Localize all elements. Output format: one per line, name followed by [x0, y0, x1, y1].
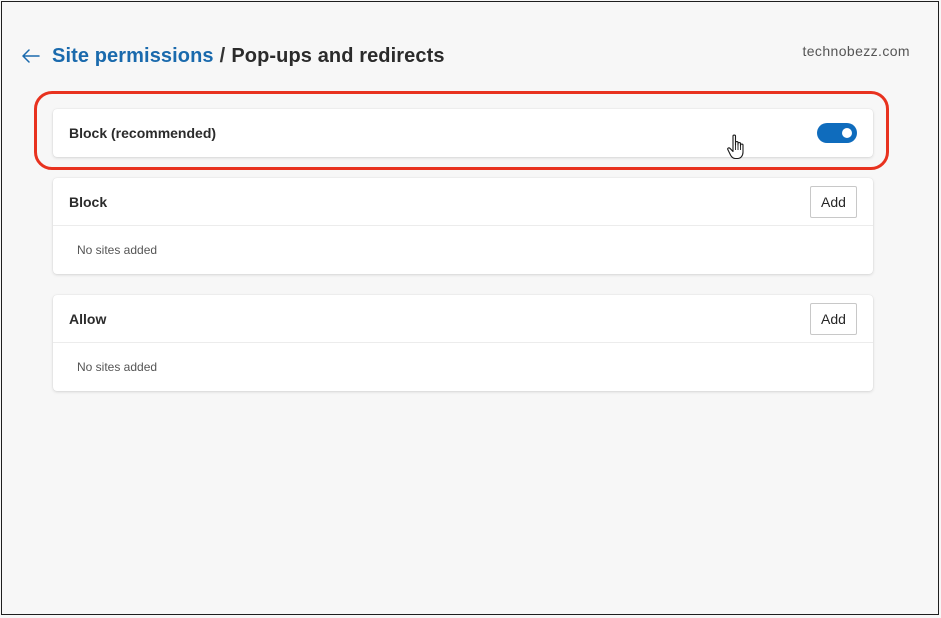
block-list-empty-text: No sites added [77, 243, 158, 257]
block-add-button[interactable]: Add [810, 185, 857, 218]
allow-list-title: Allow [69, 310, 107, 327]
watermark: technobezz.com [802, 43, 910, 59]
breadcrumb-separator: / [219, 44, 226, 67]
arrow-left-icon [22, 49, 40, 63]
hand-pointer-icon [727, 134, 744, 160]
block-recommended-label: Block (recommended) [69, 125, 217, 141]
back-button[interactable] [20, 45, 42, 67]
breadcrumb: Site permissions / Pop-ups and redirects [52, 45, 445, 68]
breadcrumb-site-permissions-link[interactable]: Site permissions [52, 45, 214, 67]
settings-page: Site permissions / Pop-ups and redirects t… [1, 1, 939, 615]
block-recommended-toggle[interactable] [817, 123, 857, 143]
block-list-header: Block Add [53, 178, 873, 225]
block-recommended-card: Block (recommended) [53, 109, 873, 157]
toggle-knob [842, 128, 852, 138]
block-list-card: Block Add No sites added [53, 178, 873, 274]
block-recommended-row: Block (recommended) [53, 109, 873, 157]
allow-add-button[interactable]: Add [810, 302, 857, 335]
page-title: Pop-ups and redirects [231, 44, 445, 67]
page-header: Site permissions / Pop-ups and redirects [20, 42, 445, 70]
allow-list-card: Allow Add No sites added [53, 295, 873, 391]
allow-list-empty-text: No sites added [77, 360, 158, 374]
block-list-title: Block [69, 193, 108, 210]
allow-list-header: Allow Add [53, 295, 873, 342]
